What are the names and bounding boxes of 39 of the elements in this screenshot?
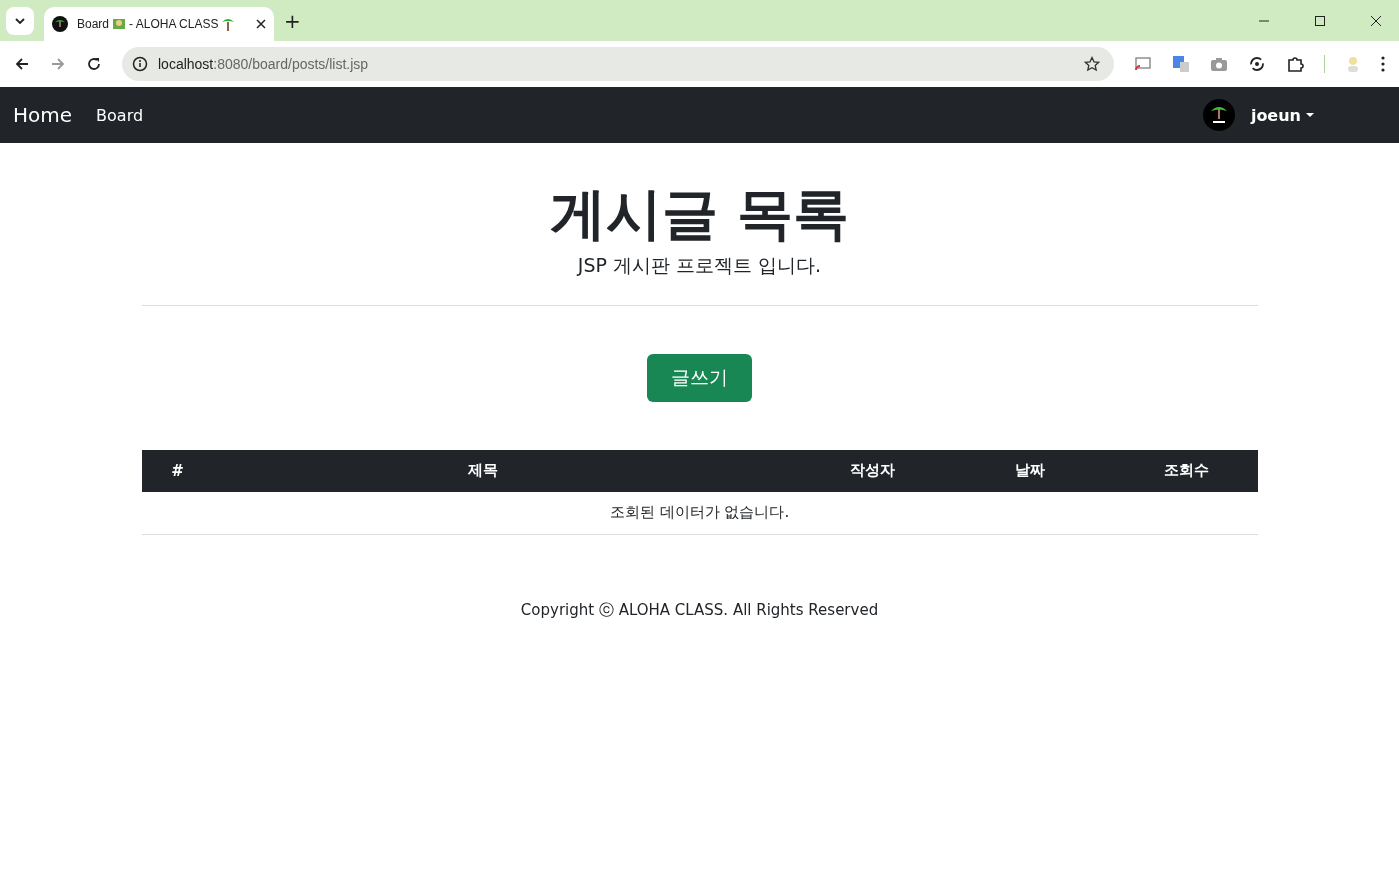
column-header: 날짜 (943, 449, 1116, 492)
forward-icon[interactable] (50, 56, 66, 72)
close-icon[interactable] (256, 19, 266, 29)
tab-title: Board (77, 17, 110, 31)
column-header: 제목 (213, 449, 802, 492)
new-tab-button[interactable]: + (284, 8, 301, 33)
copyright-text: Copyright ⓒ ALOHA CLASS. All Rights Reserved (520, 600, 879, 620)
info-icon (132, 56, 148, 72)
caret-icon (1306, 112, 1314, 118)
tab-title: - ALOHA CLASS (129, 17, 219, 31)
user-menu[interactable]: joeun (1250, 105, 1314, 125)
write-button[interactable]: 글쓰기 (647, 353, 752, 402)
palm-logo-icon (52, 16, 68, 32)
board-link[interactable]: Board (96, 105, 144, 125)
puzzle-icon[interactable] (1286, 55, 1304, 73)
star-icon[interactable] (1084, 56, 1100, 72)
cast-icon[interactable] (1134, 56, 1152, 72)
maximize-icon[interactable] (1314, 14, 1326, 27)
column-header: # (141, 449, 214, 492)
back-icon[interactable] (14, 56, 30, 72)
column-header: 작성자 (801, 449, 944, 492)
more-icon[interactable] (1381, 56, 1385, 72)
camera-icon[interactable] (1210, 56, 1228, 72)
reload-icon[interactable] (86, 56, 102, 72)
address-bar[interactable]: localhost:8080/board/posts/list.jsp (122, 47, 1114, 81)
tab-search-button[interactable] (6, 6, 34, 35)
page-title: 게시글 목록 (549, 183, 850, 245)
page-subtitle: JSP 게시판 프로젝트 입니다. (577, 252, 822, 278)
avatar-icon (1202, 99, 1235, 131)
close-icon[interactable] (1370, 14, 1382, 27)
sync-icon[interactable] (1248, 55, 1266, 73)
palm-tree-icon (221, 17, 236, 31)
home-link[interactable]: Home (13, 103, 73, 127)
column-header: 조회수 (1115, 449, 1258, 492)
empty-message: 조회된 데이터가 없습니다. (141, 491, 1258, 535)
translate-icon[interactable] (1172, 55, 1190, 73)
browser-tab[interactable]: Board - ALOHA CLASS (44, 7, 274, 41)
board-emoji-icon (112, 17, 127, 31)
chevron-down-icon (15, 17, 25, 24)
